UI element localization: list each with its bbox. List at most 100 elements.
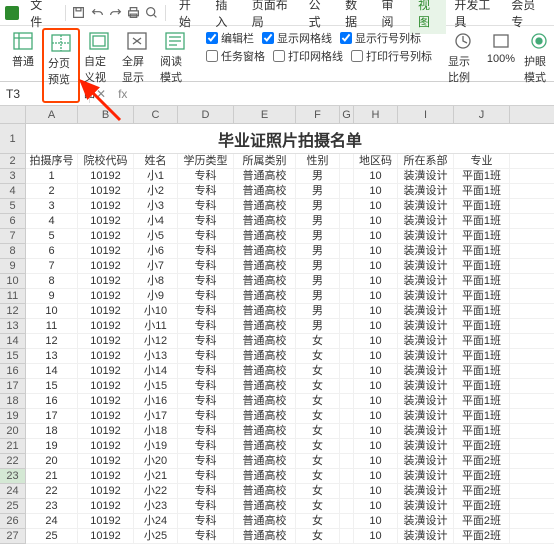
custom-view-icon <box>88 30 110 52</box>
print-icon[interactable] <box>126 4 142 22</box>
menubar: 文件 开始插入页面布局公式数据审阅视图开发工具会员专 <box>0 0 554 26</box>
table-row: 2010192小20专科普通高校女10装潢设计平面2班 <box>26 454 554 469</box>
row-header[interactable]: 10 <box>0 274 25 289</box>
redo-icon[interactable] <box>107 4 123 22</box>
col-header[interactable]: F <box>296 106 340 123</box>
row-header[interactable]: 25 <box>0 499 25 514</box>
table-row: 1910192小19专科普通高校女10装潢设计平面2班 <box>26 439 554 454</box>
eye-protect-icon <box>528 30 550 52</box>
col-header[interactable]: J <box>454 106 510 123</box>
row-header[interactable]: 3 <box>0 169 25 184</box>
row-header[interactable]: 19 <box>0 409 25 424</box>
table-row: 1310192小13专科普通高校女10装潢设计平面1班 <box>26 349 554 364</box>
check-打印行号列标[interactable]: 打印行号列标 <box>351 48 432 64</box>
col-header[interactable]: B <box>78 106 134 123</box>
col-header[interactable]: E <box>234 106 296 123</box>
check-显示行号列标[interactable]: 显示行号列标 <box>340 30 421 46</box>
formula-input[interactable] <box>133 92 554 96</box>
row-header[interactable]: 22 <box>0 454 25 469</box>
zoom-icon <box>452 30 474 52</box>
col-header[interactable]: G <box>340 106 354 123</box>
row-header[interactable]: 23 <box>0 469 25 484</box>
table-row: 110192小1专科普通高校男10装潢设计平面1班 <box>26 169 554 184</box>
row-header[interactable]: 9 <box>0 259 25 274</box>
table-row: 710192小7专科普通高校男10装潢设计平面1班 <box>26 259 554 274</box>
table-row: 610192小6专科普通高校男10装潢设计平面1班 <box>26 244 554 259</box>
col-header[interactable]: H <box>354 106 398 123</box>
table-row: 2510192小25专科普通高校女10装潢设计平面2班 <box>26 529 554 544</box>
table-row: 2410192小24专科普通高校女10装潢设计平面2班 <box>26 514 554 529</box>
table-row: 1710192小17专科普通高校女10装潢设计平面1班 <box>26 409 554 424</box>
save-icon[interactable] <box>71 4 87 22</box>
col-header[interactable]: I <box>398 106 454 123</box>
app-icon <box>4 4 20 22</box>
row-header[interactable]: 12 <box>0 304 25 319</box>
check-编辑栏[interactable]: 编辑栏 <box>206 30 254 46</box>
name-box[interactable]: T3 <box>0 85 90 103</box>
row-header[interactable]: 5 <box>0 199 25 214</box>
table-row: 810192小8专科普通高校男10装潢设计平面1班 <box>26 274 554 289</box>
row-header[interactable]: 24 <box>0 484 25 499</box>
row-header[interactable]: 20 <box>0 424 25 439</box>
table-header-row: 拍摄序号院校代码姓名学历类型所属类别性别地区码所在系部专业 <box>26 154 554 169</box>
cells-area[interactable]: 毕业证照片拍摄名单拍摄序号院校代码姓名学历类型所属类别性别地区码所在系部专业11… <box>26 124 554 544</box>
normal-view-icon <box>12 30 34 52</box>
table-row: 1410192小14专科普通高校女10装潢设计平面1班 <box>26 364 554 379</box>
table-row: 1610192小16专科普通高校女10装潢设计平面1班 <box>26 394 554 409</box>
col-header[interactable]: A <box>26 106 78 123</box>
fullscreen-icon <box>126 30 148 52</box>
view-options: 编辑栏显示网格线显示行号列标 任务窗格打印网格线打印行号列标 <box>202 28 436 66</box>
cancel-icon[interactable]: ✕ <box>90 87 112 101</box>
check-打印网格线[interactable]: 打印网格线 <box>273 48 343 64</box>
check-显示网格线[interactable]: 显示网格线 <box>262 30 332 46</box>
ribbon: 普通分页预览自定义视图全屏显示阅读模式 编辑栏显示网格线显示行号列标 任务窗格打… <box>0 26 554 82</box>
page-break-preview-icon <box>50 32 72 54</box>
row-header[interactable]: 1 <box>0 124 25 154</box>
column-headers: ABCDEFGHIJ <box>26 106 554 124</box>
table-row: 1510192小15专科普通高校女10装潢设计平面1班 <box>26 379 554 394</box>
row-header[interactable]: 17 <box>0 379 25 394</box>
preview-icon[interactable] <box>144 4 160 22</box>
table-row: 210192小2专科普通高校男10装潢设计平面1班 <box>26 184 554 199</box>
zoom-button[interactable]: 显示比例 <box>444 28 482 87</box>
table-row: 1810192小18专科普通高校女10装潢设计平面1班 <box>26 424 554 439</box>
row-headers: 1234567891011121314151617181920212223242… <box>0 124 26 544</box>
row-header[interactable]: 8 <box>0 244 25 259</box>
table-row: 1010192小10专科普通高校男10装潢设计平面1班 <box>26 304 554 319</box>
row-header[interactable]: 4 <box>0 184 25 199</box>
undo-icon[interactable] <box>89 4 105 22</box>
row-header[interactable]: 26 <box>0 514 25 529</box>
table-row: 510192小5专科普通高校男10装潢设计平面1班 <box>26 229 554 244</box>
select-all-corner[interactable] <box>0 106 26 124</box>
zoom-100-icon <box>490 30 512 52</box>
row-header[interactable]: 16 <box>0 364 25 379</box>
col-header[interactable]: D <box>178 106 234 123</box>
sheet-title: 毕业证照片拍摄名单 <box>26 124 554 154</box>
row-header[interactable]: 14 <box>0 334 25 349</box>
table-row: 910192小9专科普通高校男10装潢设计平面1班 <box>26 289 554 304</box>
zoom-100-button[interactable]: 100% <box>482 28 520 87</box>
table-row: 310192小3专科普通高校男10装潢设计平面1班 <box>26 199 554 214</box>
check-任务窗格[interactable]: 任务窗格 <box>206 48 265 64</box>
fx-icon[interactable]: fx <box>112 87 133 101</box>
row-header[interactable]: 11 <box>0 289 25 304</box>
row-header[interactable]: 18 <box>0 394 25 409</box>
reading-mode-icon <box>164 30 186 52</box>
row-header[interactable]: 15 <box>0 349 25 364</box>
row-header[interactable]: 2 <box>0 154 25 169</box>
col-header[interactable]: C <box>134 106 178 123</box>
table-row: 1210192小12专科普通高校女10装潢设计平面1班 <box>26 334 554 349</box>
table-row: 2110192小21专科普通高校女10装潢设计平面2班 <box>26 469 554 484</box>
divider <box>165 5 166 21</box>
table-row: 410192小4专科普通高校男10装潢设计平面1班 <box>26 214 554 229</box>
table-row: 2310192小23专科普通高校女10装潢设计平面2班 <box>26 499 554 514</box>
row-header[interactable]: 7 <box>0 229 25 244</box>
row-header[interactable]: 27 <box>0 529 25 544</box>
spreadsheet: ABCDEFGHIJ 12345678910111213141516171819… <box>0 106 554 544</box>
row-header[interactable]: 6 <box>0 214 25 229</box>
table-row: 2210192小22专科普通高校女10装潢设计平面2班 <box>26 484 554 499</box>
row-header[interactable]: 13 <box>0 319 25 334</box>
divider <box>65 5 66 21</box>
eye-protect-button[interactable]: 护眼模式 <box>520 28 554 87</box>
row-header[interactable]: 21 <box>0 439 25 454</box>
